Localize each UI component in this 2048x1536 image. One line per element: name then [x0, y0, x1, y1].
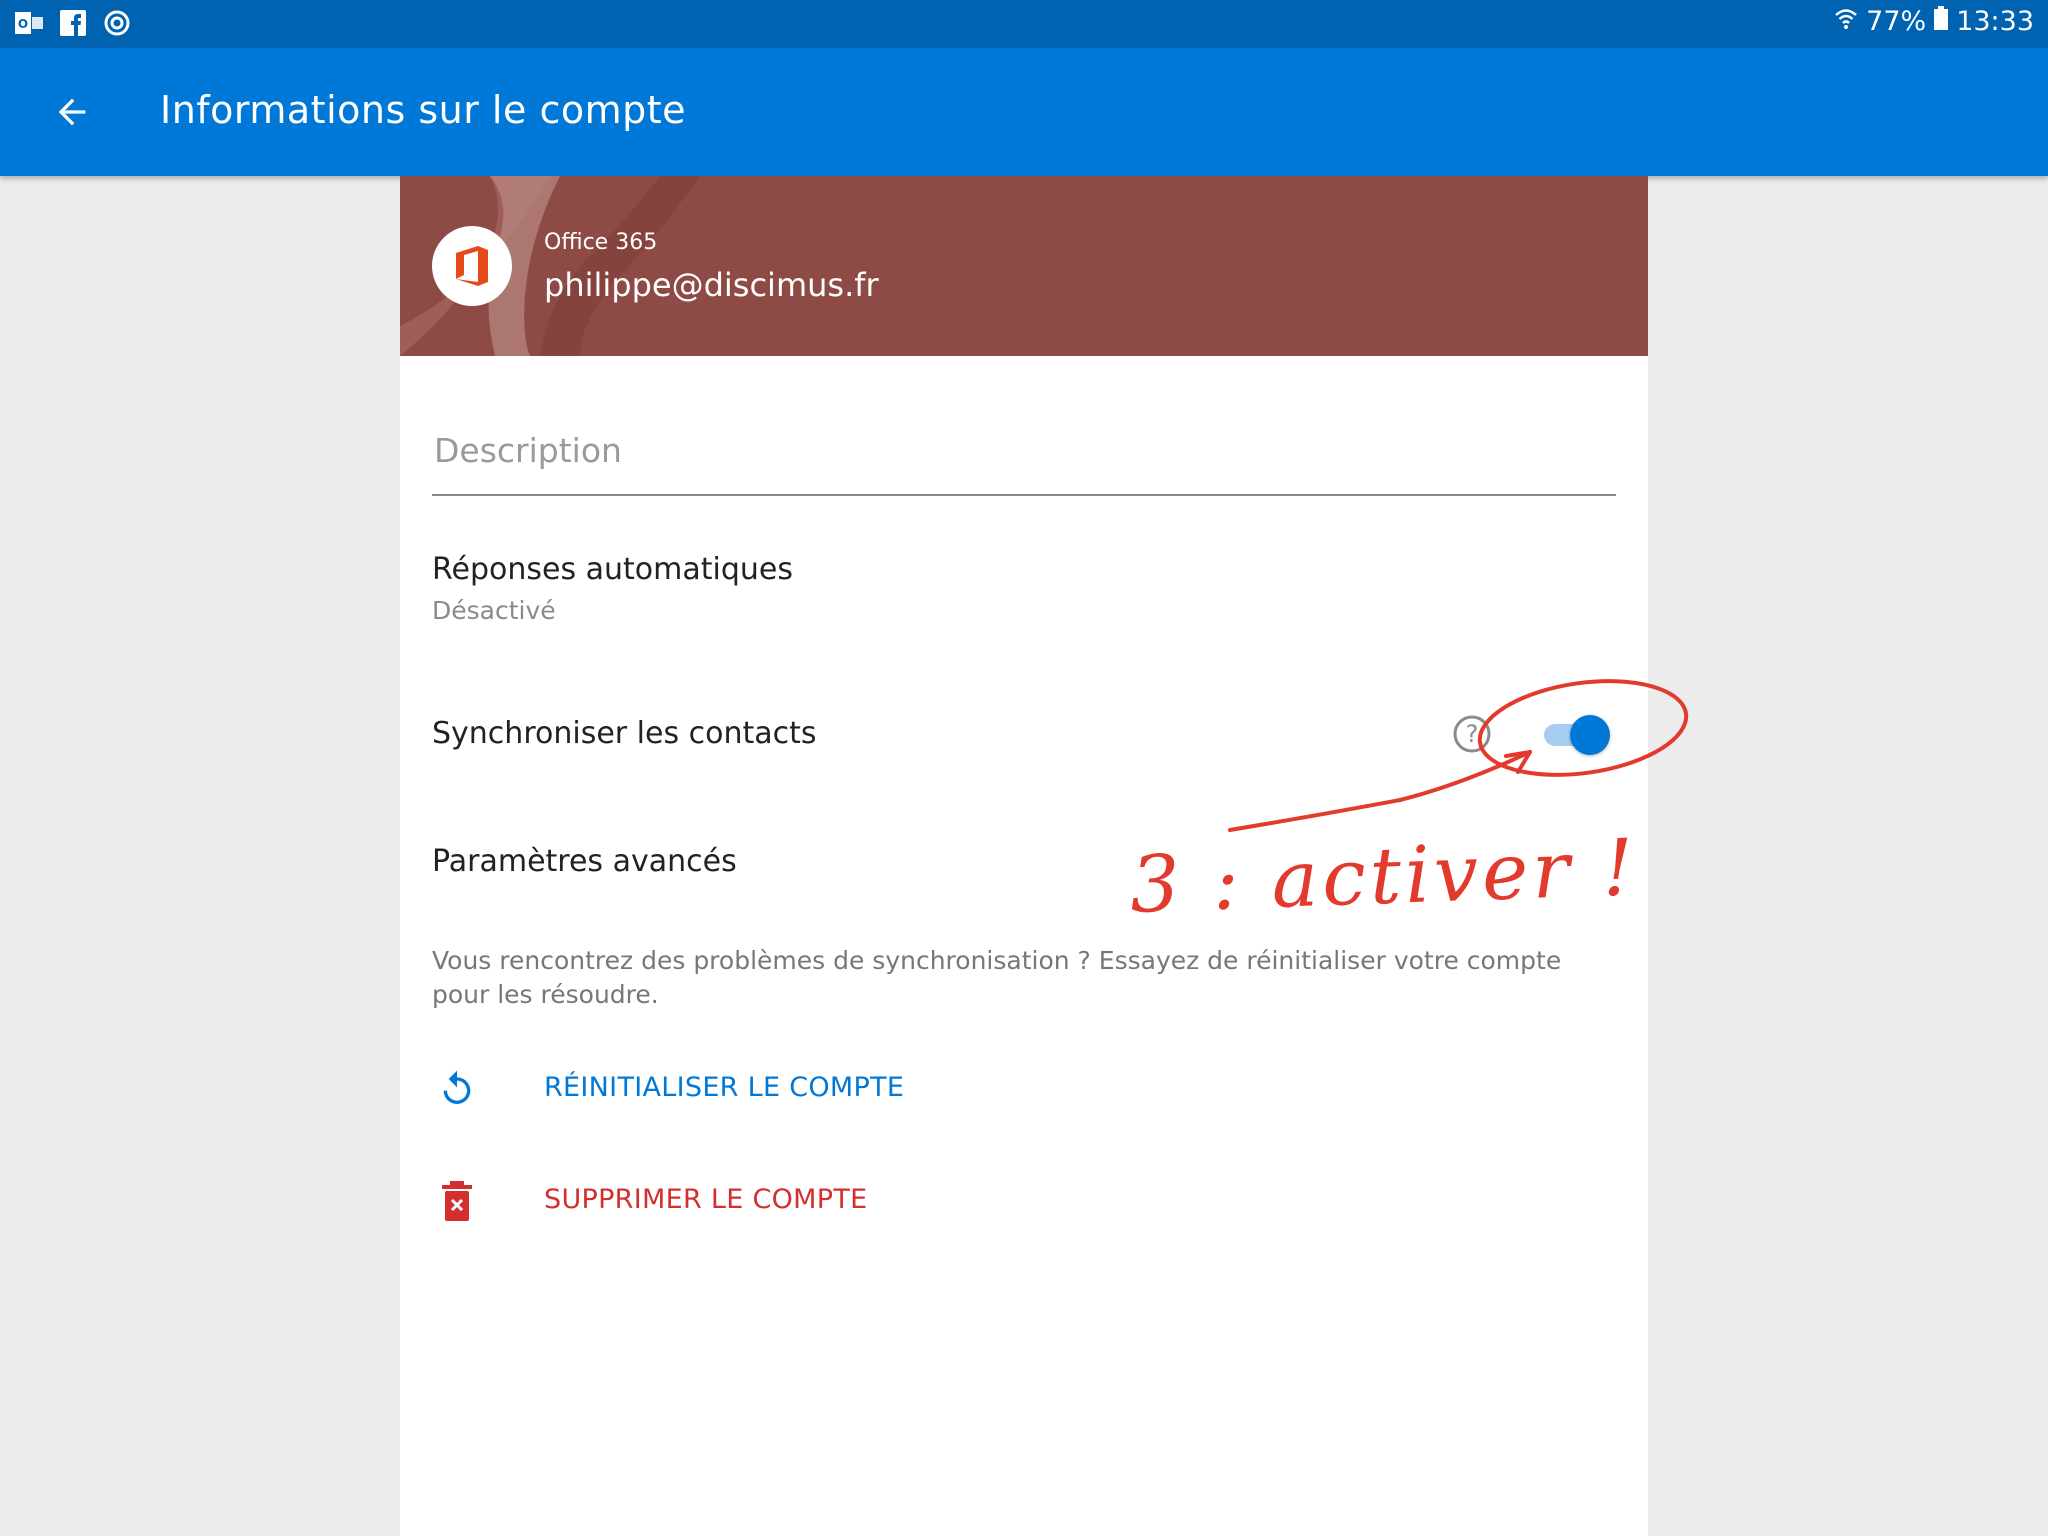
auto-reply-status: Désactivé: [432, 596, 556, 625]
reset-account-button[interactable]: RÉINITIALISER LE COMPTE: [432, 1056, 1032, 1126]
svg-text:O: O: [18, 17, 28, 31]
auto-reply-title: Réponses automatiques: [432, 552, 793, 587]
clock: 13:33: [1956, 6, 2034, 37]
sync-contacts-title: Synchroniser les contacts: [432, 716, 817, 751]
outlook-icon: O: [14, 8, 44, 38]
battery-icon: [1934, 6, 1949, 37]
system-status: 77% 13:33: [1834, 6, 2034, 37]
sync-app-icon: [102, 8, 132, 38]
back-button[interactable]: [46, 86, 98, 138]
description-field: [432, 416, 1620, 496]
reset-icon: [432, 1064, 482, 1114]
toggle-knob: [1570, 715, 1610, 755]
status-bar: O 77% 13:33: [0, 0, 2048, 48]
facebook-icon: [58, 8, 88, 38]
reset-account-label: RÉINITIALISER LE COMPTE: [544, 1072, 905, 1103]
office-365-logo: [432, 226, 512, 306]
battery-percent: 77%: [1866, 6, 1927, 37]
wifi-icon: [1834, 6, 1858, 37]
page-title: Informations sur le compte: [160, 88, 686, 132]
account-email: philippe@discimus.fr: [544, 266, 879, 304]
delete-account-button[interactable]: SUPPRIMER LE COMPTE: [432, 1168, 1032, 1238]
arrow-back-icon: [58, 98, 86, 126]
account-header: Office 365 philippe@discimus.fr: [400, 176, 1648, 356]
sync-contacts-toggle[interactable]: [1540, 714, 1610, 755]
delete-icon: [432, 1176, 482, 1226]
app-bar: Informations sur le compte: [0, 48, 2048, 176]
annotation-text: 3 : activer !: [1128, 823, 1640, 931]
delete-account-label: SUPPRIMER LE COMPTE: [544, 1184, 868, 1215]
svg-text:?: ?: [1466, 720, 1479, 748]
notification-icons: O: [14, 8, 132, 38]
advanced-settings-link[interactable]: Paramètres avancés: [432, 844, 737, 879]
sync-hint-text: Vous rencontrez des problèmes de synchro…: [432, 946, 1562, 1009]
account-provider: Office 365: [544, 230, 658, 255]
office-icon: [456, 246, 488, 286]
description-input[interactable]: [432, 430, 1620, 471]
help-icon[interactable]: ?: [1452, 714, 1492, 754]
